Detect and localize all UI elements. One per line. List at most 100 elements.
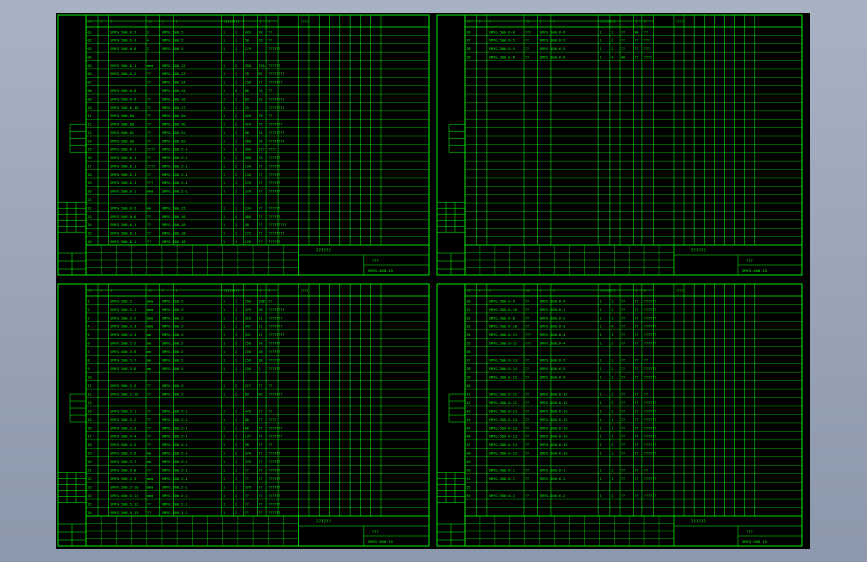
table-row[interactable]: 5 SMYG.500.5-4 mm SMYG.500.5 1 1 347 11???????? [88,333,285,337]
cad-drawing-svg[interactable]: ?????????????????? ????01 SMYG.500.6-5 2 SMY… [0,0,867,562]
count-b: 4 [235,89,237,93]
table-row[interactable]: 39 SMYG.500.6-15?? SMYG.500.6-5 1 1?????????… [467,376,657,380]
table-row[interactable]: 15 SMYG.500.5-2?? SMYG.500.5-1 1 1 88?????? [88,418,277,422]
table-row[interactable]: 2 SMYG.500.5-1 mmm SMYG.500.5 1 1 479 20???????… [88,308,285,312]
table-row[interactable]: 30 SMYG.500.6-5?? SMYG.500.6-5 1 1?????????? [467,299,657,303]
table-row[interactable]: 37 SMYG.500.6-5?? SMYG.500.6-5 1 2??????? [467,39,651,43]
table-row[interactable]: 19 SMYG.500.6-1??? SMYG.500.5-1 1 1 270??????… [88,181,281,185]
table-row[interactable]: 05 SMYG.500.6-1 mmm SMYG.500.12 1 2 358 ?5A????… [88,64,281,68]
table-row[interactable]: 53 SMYG.500.6-2?? SMYG.500.6-2 1 1?????????? [467,494,657,498]
table-row[interactable]: 21 SMYG.500.5-8?? SMYG.500.5-1 1 1?????????? [88,469,281,473]
table-row[interactable]: 38 SMYG.500.6-14?? SMYG.500.6-5 1 2?????????… [467,367,657,371]
table-row[interactable]: 19 SMYG.500.5-6 mm SMYG.500.5-1 1 2 378???????… [88,452,281,456]
table-row[interactable]: 6 SMYG.500.5-5 mm SMYG.500.5 1 5 156 ?8?????? [88,342,281,346]
table-row[interactable]: 12 SMYG.500.5-10?? SMYG.500.5 1 2 89 63??????? [88,392,283,396]
table-row[interactable]: 31 SMYG.500.6-10?? SMYG.500.6-1 1 1?????????… [467,308,657,312]
table-row[interactable]: 16 SMYG.500.5-3?? SMYG.500.5-1 1 1 68????????… [88,426,283,430]
row-number: 21 [88,469,92,473]
table-row[interactable]: 18 SMYG.500.5-5?? SMYG.500.5-1 1 1 98???? [88,443,273,447]
table-row[interactable]: 42 SMYG.500.6-12?? SMYG.500.6-12 1 2????????… [467,401,657,405]
table-row[interactable]: 39 SMYG.500.6-6?? SMYG.500.6-6 1 4 40?????? [467,55,653,59]
table-row[interactable]: 35 SMYG.500.6-12??? SMYG.500.6-4 1 1????????… [467,342,657,346]
material-spec: ?? [147,502,151,506]
table-row[interactable]: 14 SMYG.500.6d?? SMYG.500.5d 1 1 268 16???????… [88,139,285,143]
table-row[interactable]: 13 SMYG.500.6c?? SMYG.500.5c 1 1 68 14???????? [88,131,285,135]
table-row[interactable]: 4 SMYG.500.5-3 mmm SMYG.500.5 1 1 347 11??????? [88,325,283,329]
table-row[interactable]: 50 SMYG.500.6-1?? SMYG.500.6-1 1 1?????? [467,469,649,473]
table-row[interactable]: 02 SMYG.500.6-3 4 SMYG.500.5 1 1 58 29?? [88,39,273,43]
table-row[interactable]: 18 SMYG.500.6-1?? SMYG.500.5-1 1 2 134???????… [88,173,281,177]
table-row[interactable]: 34 SMYG.500.6-11??? SMYG.500.6-4 1 1????????… [467,333,657,337]
table-row[interactable]: 20 SMYG.500.5-7 mm SMYG.500.5-1 1 1 378???????… [88,460,281,464]
table-row[interactable]: 8 SMYG.500.5-7 mm SMYG.500.5 1 1 156 28?????? [88,359,281,363]
table-row[interactable]: 47 SMYG.500.6-13?? SMYG.500.6-13 1 1????????… [467,443,657,447]
table-row[interactable]: 25 SMYG.500.5-12?? SMYG.500.5-1 1 2?????????… [88,502,281,506]
count-a: 1 [600,435,602,439]
table-row[interactable]: 16 SMYG.500.6-1?? SMYG.500.5-1 1 2 488 ?A?????… [88,156,281,160]
table-row[interactable]: 26 SMYG.500.8-1?? SMYG.500.18 1 1 126???????? [88,240,281,244]
table-row[interactable]: 41 SMYG.500.6-12?? SMYG.500.6-12 1 1?????? [467,392,649,396]
table-row[interactable]: 9 SMYG.500.5-8 mm SMYG.500.5 1 1 156??????? [88,367,281,371]
table-row[interactable]: 51 SMYG.500.6-2?? SMYG.500.6-2 1 1?????????? [467,477,657,481]
table-row[interactable]: 48 SMYG.500.6-13?? SMYG.500.6-13 1 1????????… [467,452,657,456]
table-row[interactable]: 09 SMYG.500.6-9?? SMYG.500.16 1 1 69 23???????… [88,97,285,101]
table-row[interactable]: 03 SMYG.500.6-6 2 SMYG.500.5 1 1 179?????? [88,47,281,51]
part-code: SMYG.500.5-6 [110,452,136,456]
table-row[interactable]: 33 SMYG.500.6-10?? SMYG.500.6-3 1 4?????????… [467,325,657,329]
table-row[interactable]: 25 SMYG.500.8-1?? SMYG.500.18 1 1 173????????… [88,232,285,236]
table-row[interactable]: 12 SMYG.500.6b?? SMYG.500.5b 1 2 429 ?5??????? [88,123,283,127]
table-row[interactable]: 26 SMYG.500.5-13?? SMYG.500.5-1 1 2?????????… [88,511,281,515]
table-row[interactable]: 13 [88,401,92,405]
table-row[interactable]: 11 SMYG.500.6a?? SMYG.500.5a 1 2 426 78?? [88,114,273,118]
row-note: ?? [268,89,272,93]
table-row[interactable]: 01 SMYG.500.6-5 2 SMYG.500.5 1 1 426 28?? [88,30,273,34]
table-row[interactable]: 32 SMYG.500.6-8?? SMYG.500.6-2 1 1?????????? [467,316,657,320]
table-row[interactable]: 24 SMYG.500.8-1?? SMYG.500.18 1 1 48?????????… [88,223,287,227]
table-row[interactable]: 40 [467,384,471,388]
row-number: 19 [88,452,92,456]
table-row[interactable]: 10 [88,376,92,380]
table-row[interactable]: 17 SMYG.500.6-1???? SMYG.500.5-1 1 2 134?????… [88,164,281,168]
unit-value: ?? [635,333,639,337]
sheet-bottom-right[interactable]: ?????????????????? ????30 SMYG.500.6-5?? SM… [436,283,803,547]
table-row[interactable]: 52 [467,486,471,490]
part-code: SMYG.500.5-6 [110,350,136,354]
table-row[interactable]: 43 SMYG.500.6-13?? SMYG.500.6-13 1 1????????… [467,409,657,413]
table-row[interactable]: 22 SMYG.500.5-9 mmm SMYG.500.5-1 1 1?????????… [88,477,281,481]
table-row[interactable]: 37 SMYG.500.6-13?? SMYG.500.6-5 1 1?????? [467,359,649,363]
sheet-top-right[interactable]: ?????????????????? ????36 SMYG.500.6-6??? S… [436,14,803,276]
table-row[interactable]: 06 SMYG.500.6-2?? SMYG.500.13 1 1 78 B????????… [88,72,285,76]
table-row[interactable]: 49 [467,460,471,464]
table-row[interactable]: 1 SMYG.500.5 mmm SMYG.500.5 1 1 250 298?? [88,299,273,303]
header-label: ?? [612,20,616,24]
cad-model-space[interactable]: ?????????????????????? 01 SMYG.500.6-5 2 SMY… [0,0,867,562]
table-row[interactable]: 38 SMYG.500.6-5?? SMYG.500.6-5 1 2??????? [467,47,651,51]
table-row[interactable]: 20 SMYG.500.6-1 mmm SMYG.500.5-1 1 1 270??????… [88,190,281,194]
table-row[interactable]: 04 [88,55,92,59]
table-row[interactable]: 23 SMYG.500.8-6?? SMYG.500.16 1 4 480???????? [88,215,281,219]
table-row[interactable]: 11 SMYG.500.5-9?? SMYG.500.5 1 2 227???? [88,384,273,388]
table-row[interactable]: 14 SMYG.500.5-1?? SMYG.500.5-1 1 1 476???? [88,409,273,413]
sheet-border [57,283,430,547]
sheet-top-left[interactable]: ?????????????????? ????01 SMYG.500.6-5 2 SMY… [57,14,430,276]
table-row[interactable]: 46 SMYG.500.6-13?? SMYG.500.6-13 1 1????????… [467,435,657,439]
count-a: 1 [223,409,225,413]
table-row[interactable]: 08 SMYG.500.6-8 SMYG.500.15 1 4 66 ?A?? [88,89,273,93]
table-row[interactable]: 23 SMYG.500.5-10 mmm SMYG.500.5-1 1 1 579?????… [88,486,281,490]
table-row[interactable]: 15 SMYG.500.6-1???? SMYG.500.5-1 1 2 39A 3????… [88,148,277,152]
table-row[interactable]: 17 SMYG.500.5-4?? SMYG.500.5-1 1 1 137???????… [88,435,283,439]
count-b: 1 [235,81,237,85]
sheet-bottom-left[interactable]: ?????????????????? ????1 SMYG.500.5 mmm SMYG… [57,283,430,547]
table-row[interactable]: 36 SMYG.500.6-6??? SMYG.500.6-6 1 1?? 8A?? [467,30,649,34]
part-code: SMYG.500.5-4 [110,333,136,337]
table-row[interactable]: 21 [88,198,92,202]
table-row[interactable]: 07?? SMYG.500.14 1 1 158????????? [88,81,283,85]
table-row[interactable]: 45 SMYG.500.6-13?? SMYG.500.6-13 1 1????????… [467,426,657,430]
table-row[interactable]: 22 SMYG.500.8-5 mm SMYG.500.15 1 1 134???????? [88,206,281,210]
table-row[interactable]: 7 SMYG.500.5-6 mm SMYG.500.5 1 2 156 28?????? [88,350,281,354]
table-row[interactable]: 10 SMYG.500.6-10?? SMYG.500.17 1 1 25???????? [88,106,285,110]
table-row[interactable]: 3 SMYG.500.5-2 mmm SMYG.500.5 1 1 318 21??????? [88,316,283,320]
table-row[interactable]: 24 SMYG.500.5-11 mmm SMYG.500.5-1 1 1????????… [88,494,281,498]
table-row[interactable]: 36 [467,350,471,354]
table-row[interactable]: 44 SMYG.500.6-13?? SMYG.500.6-13 1 1????????… [467,418,657,422]
